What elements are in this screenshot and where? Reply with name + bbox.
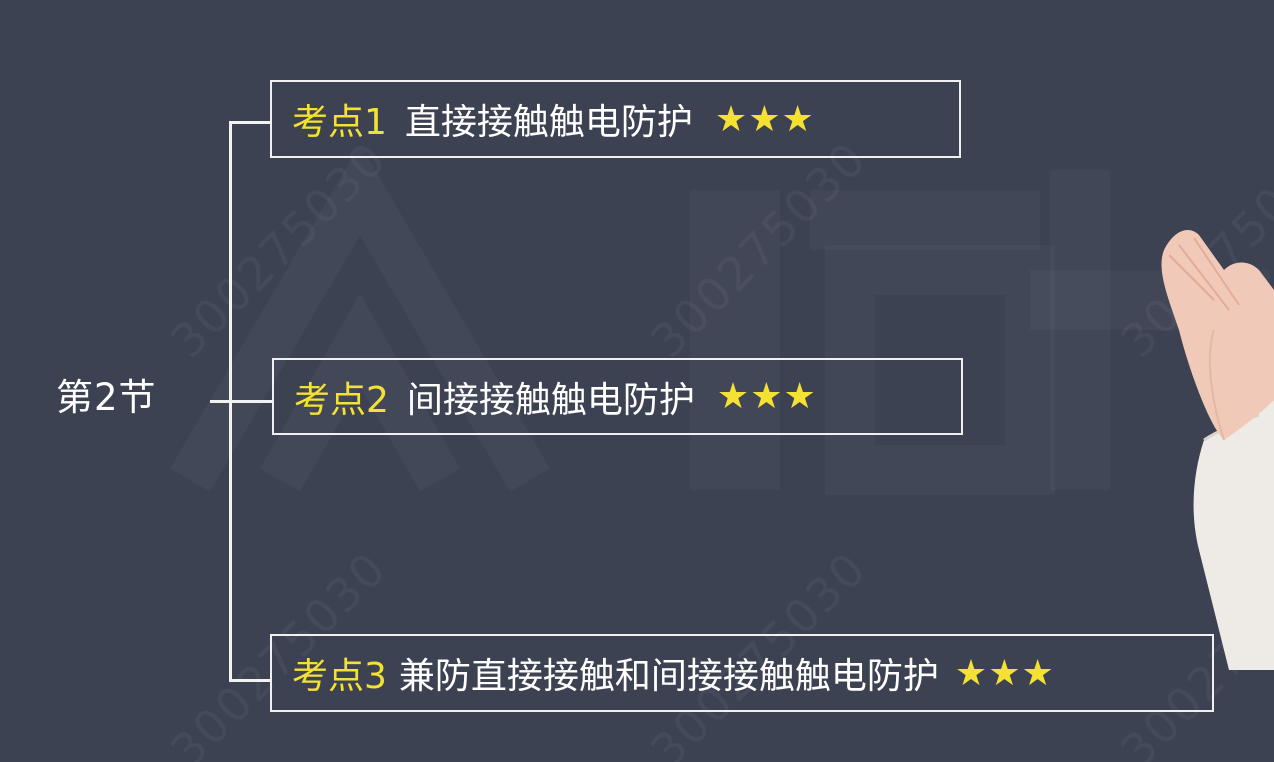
slide-canvas: 300275030 300275030 300275030 300275030 …: [0, 0, 1274, 762]
topic-box-1: 考点1 直接接触触电防护 ★★★: [270, 80, 961, 158]
topic-tag: 考点1: [292, 102, 387, 143]
topic-tag: 考点3: [292, 656, 387, 697]
topic-box-2: 考点2 间接接触触电防护 ★★★: [272, 358, 963, 435]
topic-title: 直接接触触电防护: [404, 102, 693, 143]
presenter-hand-image: [1144, 210, 1274, 670]
star-rating: ★★★: [954, 652, 1055, 694]
connector-branch-3: [229, 679, 272, 682]
connector-stub: [210, 400, 230, 403]
topic-title: 间接接触触电防护: [406, 379, 695, 421]
connector-branch-1: [229, 121, 272, 124]
topic-box-3: 考点3 兼防直接接触和间接接触触电防护 ★★★: [270, 634, 1214, 712]
topic-tag: 考点2: [294, 379, 389, 421]
connector-branch-2: [229, 400, 274, 403]
topic-title: 兼防直接接触和间接接触触电防护: [398, 656, 939, 697]
star-rating: ★★★: [716, 376, 817, 417]
star-rating: ★★★: [714, 98, 815, 140]
section-label: 第2节: [56, 376, 157, 419]
